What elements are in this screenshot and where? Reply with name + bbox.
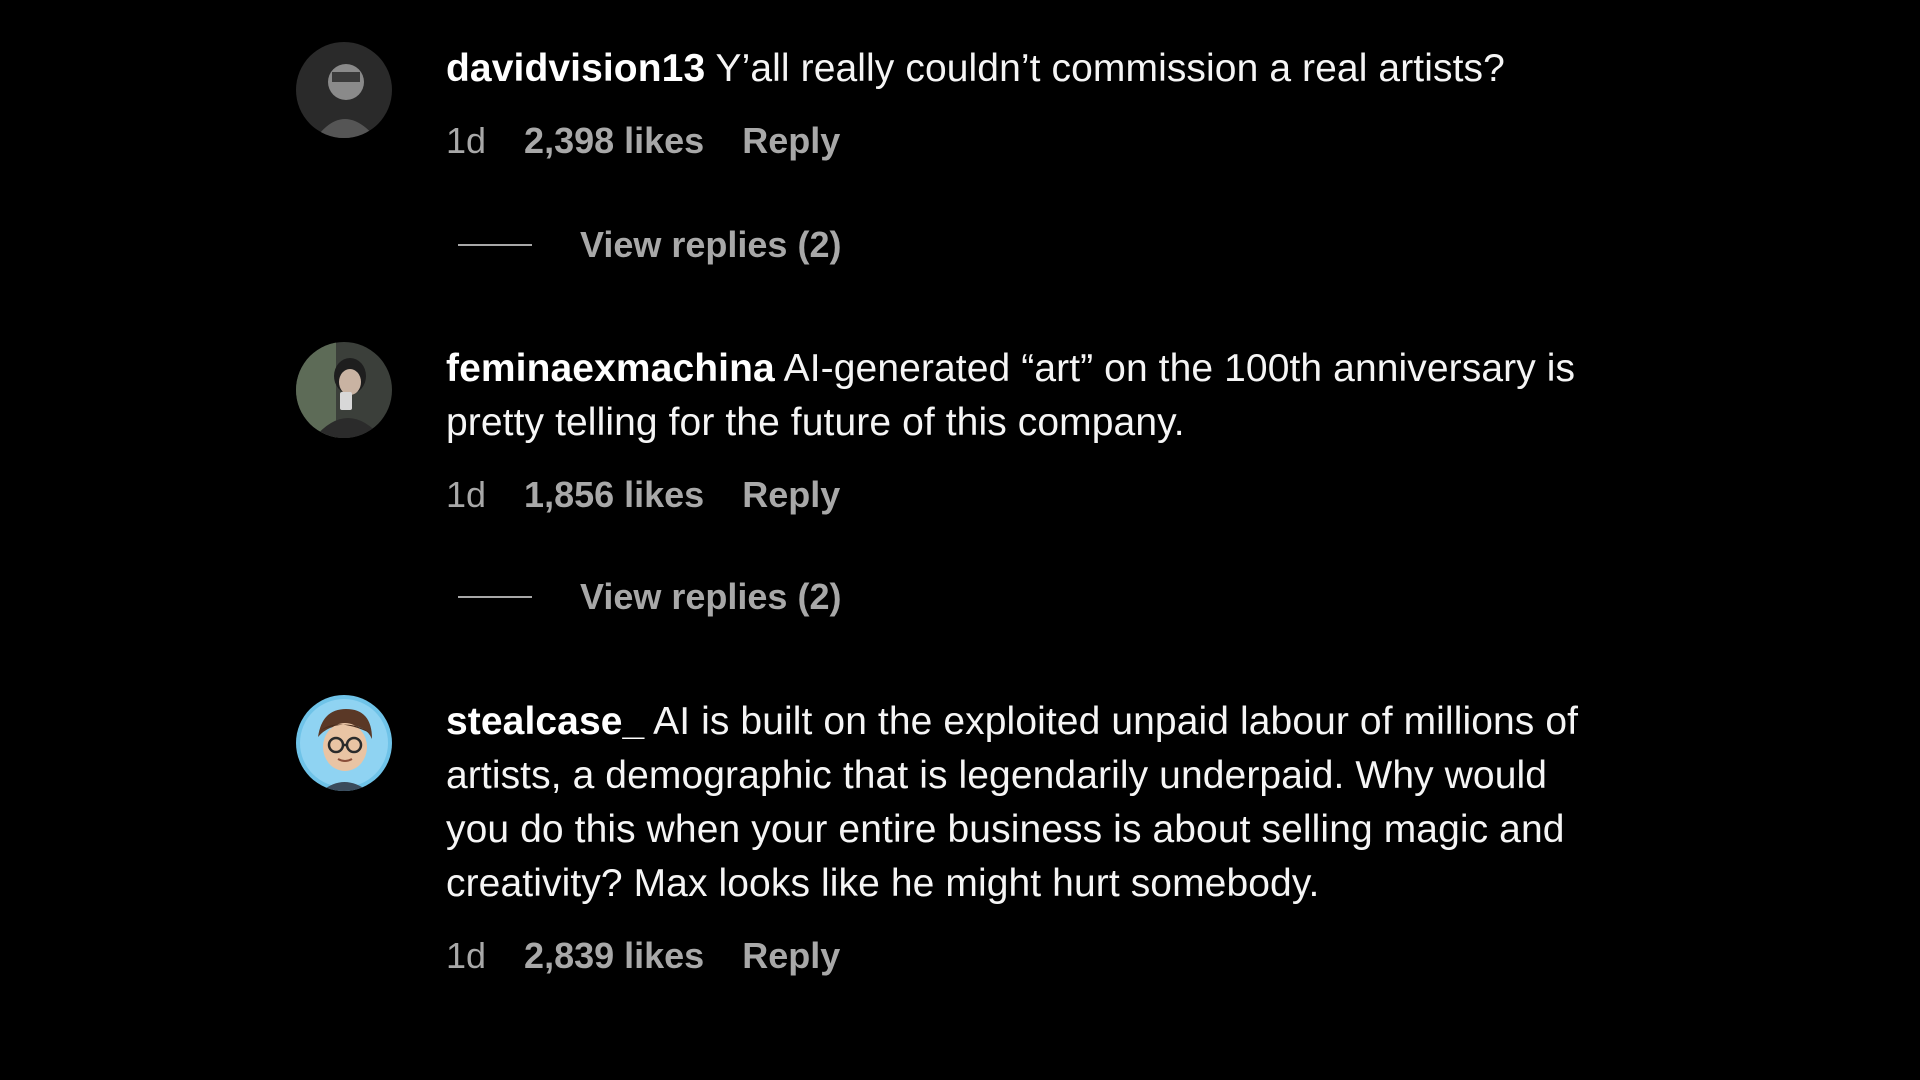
- comment-body: feminaexmachina AI-generated “art” on th…: [446, 342, 1606, 522]
- reply-button[interactable]: Reply: [742, 114, 840, 168]
- reply-button[interactable]: Reply: [742, 468, 840, 522]
- comment-body: stealcase_ AI is built on the exploited …: [446, 695, 1606, 983]
- comment-meta: 1d 2,398 likes Reply: [446, 114, 1696, 168]
- comment-text-block: feminaexmachina AI-generated “art” on th…: [446, 342, 1606, 450]
- avatar[interactable]: [296, 695, 392, 791]
- comment-time: 1d: [446, 474, 487, 515]
- comment-text-block: davidvision13 Y’all really couldn’t comm…: [446, 42, 1696, 96]
- avatar-photo-icon: [296, 342, 392, 438]
- comment-username[interactable]: feminaexmachina: [446, 347, 775, 390]
- comment-body: davidvision13 Y’all really couldn’t comm…: [446, 42, 1696, 168]
- view-replies-button[interactable]: View replies (2): [458, 576, 841, 618]
- avatar[interactable]: [296, 42, 392, 138]
- avatar-illustration-icon: [296, 695, 392, 791]
- comment-username[interactable]: davidvision13: [446, 47, 705, 90]
- comment-likes[interactable]: 2,398 likes: [524, 114, 704, 168]
- view-replies-button[interactable]: View replies (2): [458, 224, 841, 266]
- comment-meta: 1d 1,856 likes Reply: [446, 468, 1606, 522]
- view-replies-divider: [458, 244, 532, 246]
- reply-button[interactable]: Reply: [742, 929, 840, 983]
- avatar[interactable]: [296, 342, 392, 438]
- comment-time: 1d: [446, 120, 487, 161]
- comment-text-block: stealcase_ AI is built on the exploited …: [446, 695, 1606, 911]
- view-replies-divider: [458, 596, 532, 598]
- comment-username[interactable]: stealcase_: [446, 700, 644, 743]
- comment-text: Y’all really couldn’t commission a real …: [715, 47, 1505, 90]
- comment-meta: 1d 2,839 likes Reply: [446, 929, 1606, 983]
- comment-likes[interactable]: 1,856 likes: [524, 468, 704, 522]
- comment-time: 1d: [446, 935, 487, 976]
- view-replies-label: View replies (2): [580, 576, 842, 617]
- avatar-photo-icon: [296, 42, 392, 138]
- view-replies-label: View replies (2): [580, 224, 842, 265]
- comment-likes[interactable]: 2,839 likes: [524, 929, 704, 983]
